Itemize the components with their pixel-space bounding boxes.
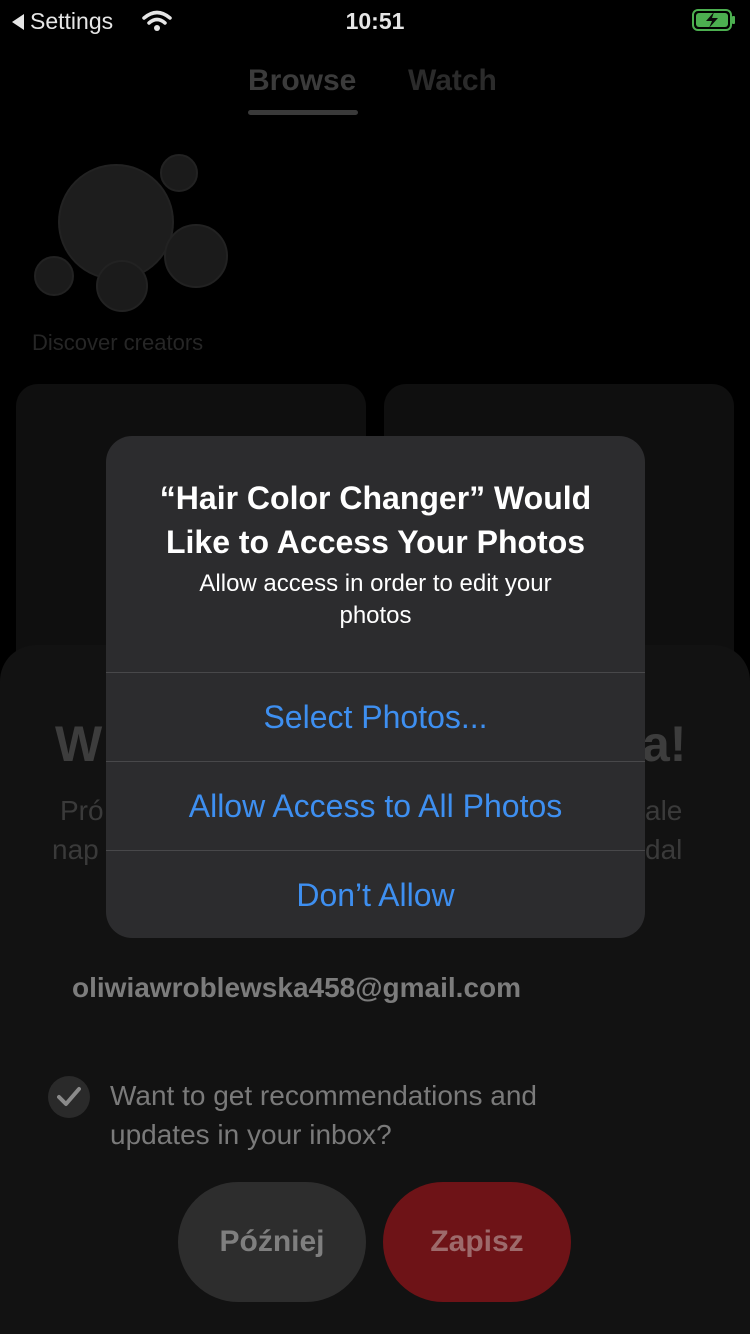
later-button[interactable]: Później: [178, 1182, 366, 1302]
creator-avatar-small: [160, 154, 198, 192]
tab-watch[interactable]: Watch: [408, 64, 497, 98]
active-tab-indicator: [248, 110, 358, 115]
dont-allow-button[interactable]: Don’t Allow: [106, 850, 645, 938]
sheet-title-fragment-right: a!: [642, 716, 687, 772]
sheet-desc-fragment: dal: [645, 834, 683, 865]
creator-avatar-right: [164, 224, 228, 288]
status-bar: Settings 10:51: [0, 0, 750, 42]
sheet-title-fragment-left: W: [55, 716, 103, 772]
save-button[interactable]: Zapisz: [383, 1182, 571, 1302]
email-address: oliwiawroblewska458@gmail.com: [72, 972, 522, 1003]
photos-permission-alert: “Hair Color Changer” Would Like to Acces…: [106, 436, 645, 938]
app-screen: Settings 10:51 Browse Watch Discover cre…: [0, 0, 750, 1334]
sheet-desc-fragment: ale: [645, 795, 683, 826]
checkmark-icon: [57, 1087, 81, 1106]
tab-browse[interactable]: Browse: [248, 64, 356, 98]
creator-avatar-bottom: [96, 260, 148, 312]
alert-message: Allow access in order to edit your photo…: [199, 570, 552, 629]
allow-all-photos-button[interactable]: Allow Access to All Photos: [106, 761, 645, 850]
optin-checkbox[interactable]: [48, 1076, 90, 1118]
battery-charging-icon: [692, 9, 735, 31]
creator-avatar-left: [34, 256, 74, 296]
optin-label[interactable]: Want to get recommendations and updates …: [110, 1076, 590, 1154]
discover-creators-label[interactable]: Discover creators: [32, 330, 203, 356]
discover-creators-cluster[interactable]: [30, 150, 250, 360]
alert-title: “Hair Color Changer” Would Like to Acces…: [159, 480, 592, 560]
select-photos-button[interactable]: Select Photos...: [106, 672, 645, 761]
top-tabs: Browse Watch: [0, 64, 750, 120]
sheet-desc-fragment: Pró: [60, 795, 104, 826]
sheet-desc-fragment: nap: [52, 834, 99, 865]
status-time: 10:51: [345, 8, 405, 34]
